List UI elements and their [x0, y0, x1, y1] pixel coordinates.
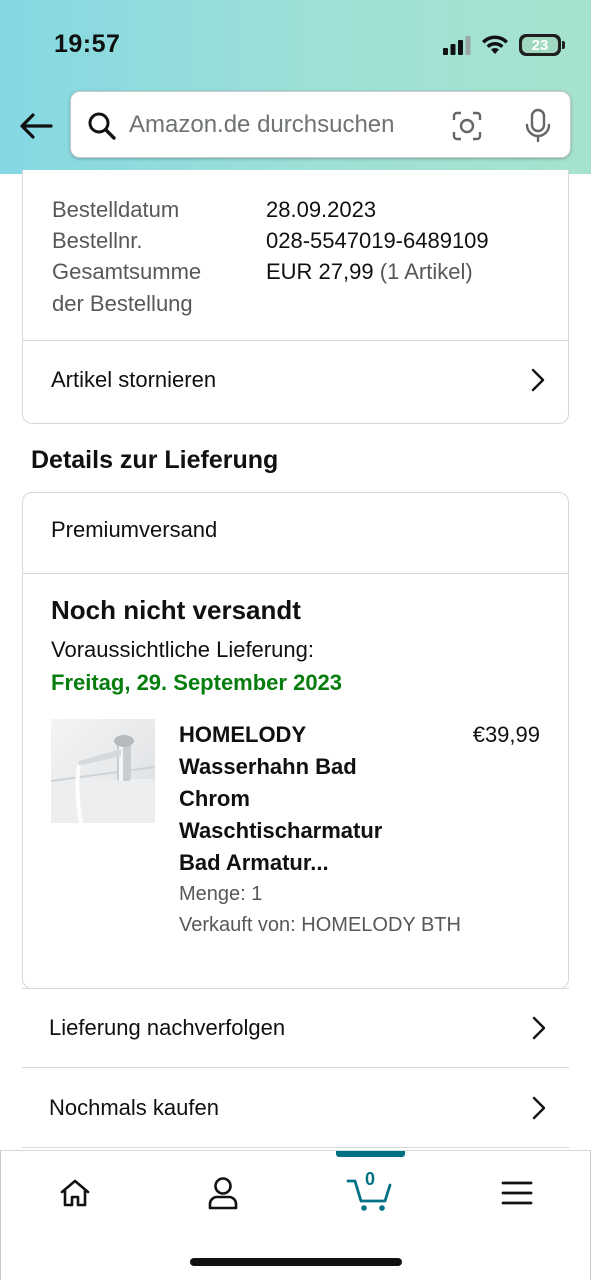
- battery-icon: 23: [519, 34, 565, 56]
- cancel-items-label: Artikel stornieren: [51, 367, 217, 392]
- order-total-amount: EUR 27,99: [266, 259, 374, 284]
- buy-again-link[interactable]: Nochmals kaufen: [22, 1068, 569, 1148]
- order-total-value: EUR 27,99 (1 Artikel): [266, 256, 473, 288]
- camera-scan-icon[interactable]: [451, 110, 483, 142]
- product-title-line: Bad Armatur...: [179, 850, 329, 875]
- product-title-line: Wasserhahn Bad: [179, 754, 357, 779]
- product-price: €39,99: [472, 722, 540, 747]
- chevron-right-icon: [532, 1096, 546, 1119]
- order-total-label-line2: der Bestellung: [52, 291, 193, 316]
- search-input[interactable]: [129, 106, 429, 144]
- delivery-section-title: Details zur Lieferung: [31, 446, 279, 474]
- signal-icon: [443, 36, 471, 55]
- product-title-line: HOMELODY: [179, 722, 307, 747]
- battery-level: 23: [531, 36, 549, 54]
- home-indicator: [190, 1258, 402, 1266]
- status-time: 19:57: [54, 30, 121, 58]
- back-button[interactable]: [16, 108, 56, 144]
- shipment-status: Noch nicht versandt: [51, 595, 301, 625]
- order-date-label: Bestelldatum: [52, 197, 180, 222]
- wifi-icon: [482, 35, 508, 54]
- delivery-details-card: Premiumversand Noch nicht versandt Vorau…: [22, 492, 569, 989]
- nav-menu[interactable]: [477, 1167, 557, 1219]
- cancel-items-link[interactable]: Artikel stornieren: [23, 340, 568, 420]
- nav-cart[interactable]: 0: [330, 1167, 410, 1219]
- track-delivery-label: Lieferung nachverfolgen: [49, 1015, 286, 1040]
- nav-home[interactable]: [35, 1167, 115, 1219]
- chevron-right-icon: [532, 1016, 546, 1040]
- order-summary-card: Bestelldatum 28.09.2023 Bestellnr. 028-5…: [22, 170, 569, 424]
- status-icons: 23: [443, 34, 565, 56]
- microphone-icon[interactable]: [523, 108, 553, 144]
- product-image[interactable]: [51, 719, 155, 823]
- product-seller: Verkauft von: HOMELODY BTH: [179, 914, 461, 936]
- account-icon: [208, 1177, 238, 1210]
- track-delivery-link[interactable]: Lieferung nachverfolgen: [22, 988, 569, 1068]
- faucet-image-icon: [51, 735, 155, 823]
- back-arrow-icon: [20, 113, 53, 139]
- order-number-label: Bestellnr.: [52, 228, 143, 253]
- menu-icon: [501, 1181, 533, 1205]
- order-date-value: 28.09.2023: [266, 197, 377, 222]
- divider: [23, 573, 568, 574]
- search-bar[interactable]: [70, 91, 571, 158]
- shipping-method: Premiumversand: [51, 517, 218, 542]
- app-header: 19:57 23: [0, 0, 591, 174]
- delivery-eta-date: Freitag, 29. September 2023: [51, 670, 343, 695]
- product-title-line: Waschtischarmatur: [179, 818, 383, 843]
- search-icon: [88, 112, 116, 140]
- cart-count: 0: [364, 1169, 375, 1189]
- active-tab-indicator: [336, 1151, 405, 1157]
- buy-again-label: Nochmals kaufen: [49, 1094, 219, 1120]
- order-item-count: (1 Artikel): [379, 259, 473, 284]
- product-title-line: Chrom: [179, 786, 250, 811]
- nav-account[interactable]: [183, 1167, 263, 1219]
- home-icon: [60, 1179, 90, 1207]
- order-number-value: 028-5547019-6489109: [266, 228, 489, 253]
- product-title[interactable]: HOMELODY Wasserhahn Bad Chrom Waschtisch…: [179, 719, 429, 879]
- delivery-eta-label: Voraussichtliche Lieferung:: [51, 637, 314, 662]
- order-total-label-line1: Gesamtsumme: [52, 259, 202, 284]
- chevron-right-icon: [531, 368, 545, 392]
- product-quantity: Menge: 1: [179, 883, 263, 905]
